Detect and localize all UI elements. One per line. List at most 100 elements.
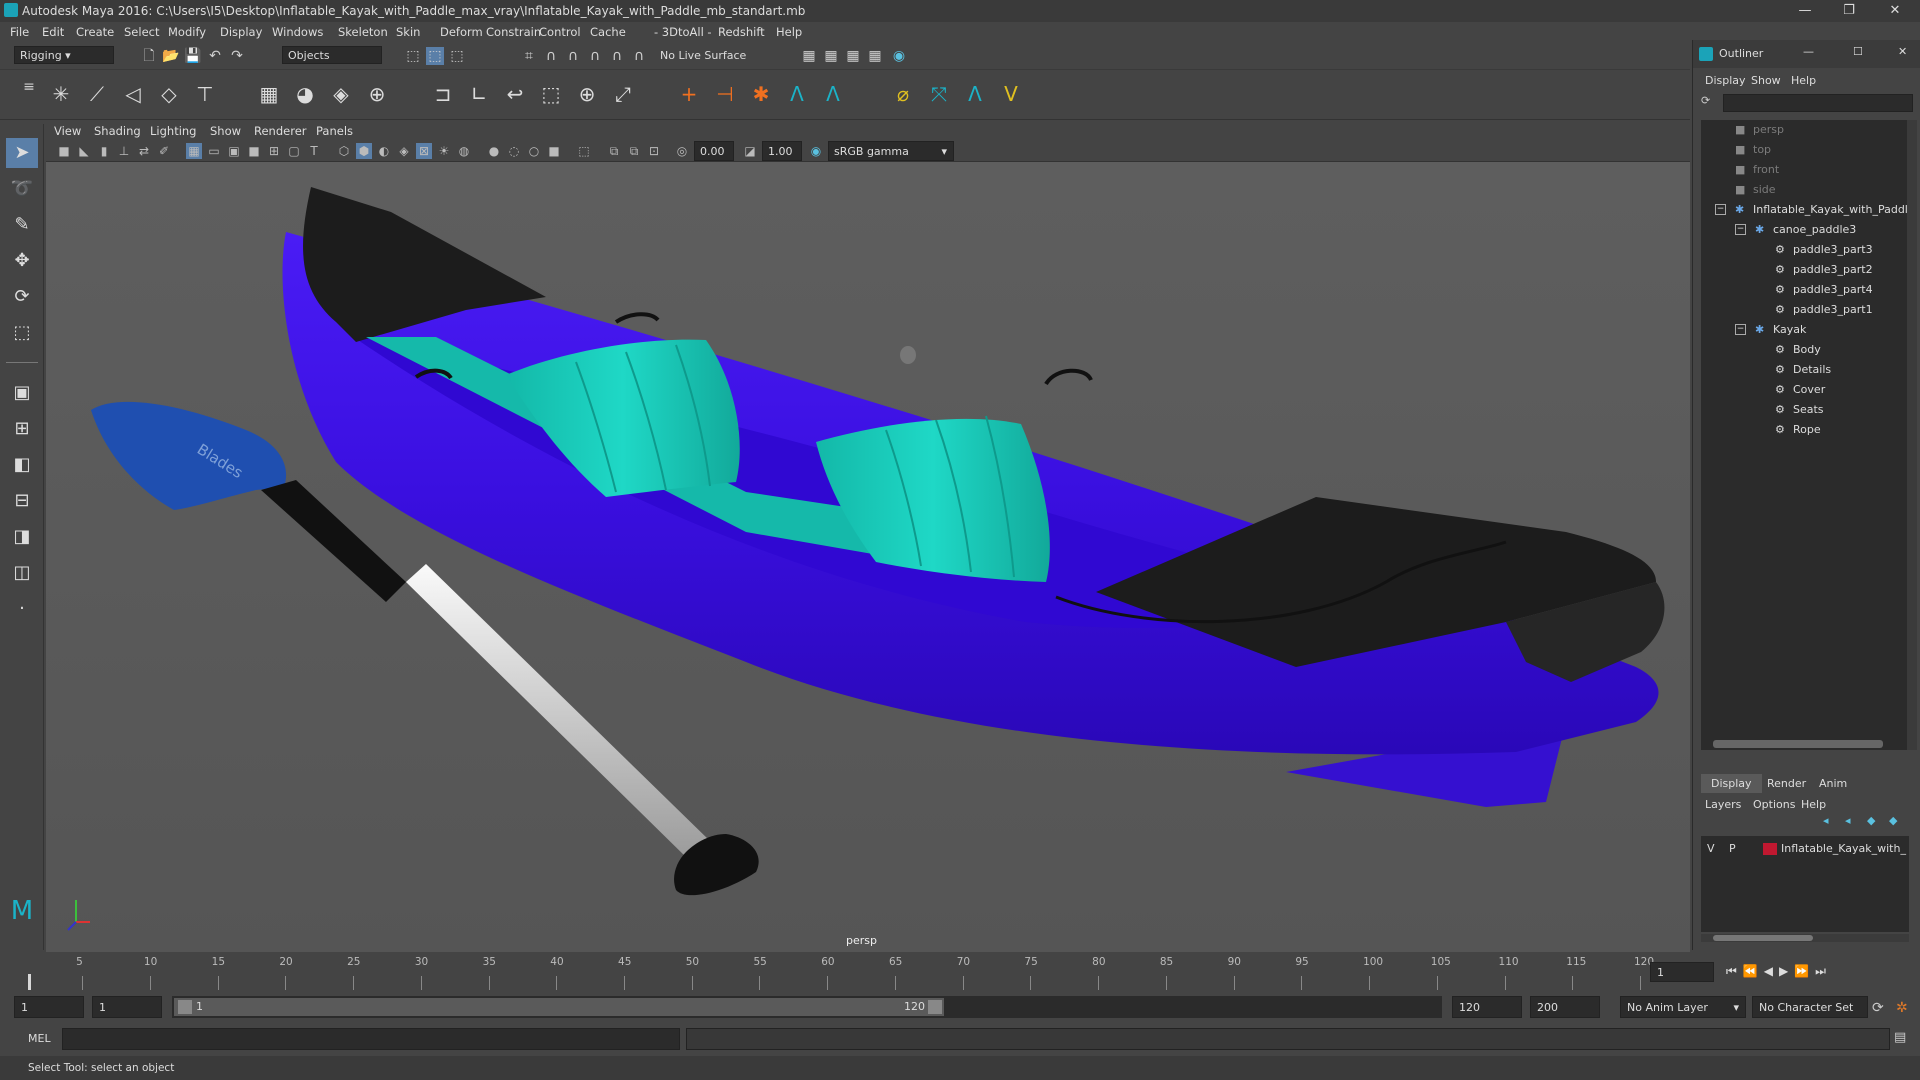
redo-icon[interactable]: ↷	[228, 47, 246, 65]
outliner-item[interactable]: ⚙ paddle3_part4	[1701, 280, 1907, 300]
panel-menu-lighting[interactable]: Lighting	[150, 124, 196, 138]
snap-surface-icon[interactable]: ∩	[608, 47, 626, 65]
outliner-hscrollbar[interactable]	[1713, 740, 1883, 748]
layer-row[interactable]: V P Inflatable_Kayak_with_	[1701, 840, 1909, 858]
range-track[interactable]: 1 120	[172, 996, 1442, 1018]
menu-modify[interactable]: Modify	[168, 25, 206, 39]
panel-menu-show[interactable]: Show	[210, 124, 241, 138]
layer-tab-anim[interactable]: Anim	[1809, 774, 1857, 793]
layer-menu-layers[interactable]: Layers	[1705, 798, 1741, 811]
layer-playback-toggle[interactable]: P	[1729, 840, 1736, 858]
field-chart-icon[interactable]: ⊞	[266, 143, 282, 159]
kayak-valve[interactable]	[900, 346, 916, 364]
command-language-label[interactable]: MEL	[28, 1032, 51, 1045]
current-frame-field[interactable]: 1	[1650, 962, 1714, 982]
gamma-icon[interactable]: ◪	[742, 143, 758, 159]
current-time-marker[interactable]	[28, 974, 31, 990]
outliner-menu-help[interactable]: Help	[1791, 74, 1816, 87]
menu-redshift[interactable]: Redshift	[718, 25, 765, 39]
default-material-icon[interactable]: ◐	[376, 143, 392, 159]
rotate-tool-icon[interactable]: ⟳	[6, 282, 38, 312]
bookmark-icon[interactable]: ▮	[96, 143, 112, 159]
select-tool-icon[interactable]: ➤	[6, 138, 38, 168]
outliner-item[interactable]: ✱ − canoe_paddle3	[1701, 220, 1907, 240]
undo-icon[interactable]: ↶	[206, 47, 224, 65]
menu-windows[interactable]: Windows	[272, 25, 323, 39]
animation-prefs-icon[interactable]: ✲	[1896, 1000, 1908, 1016]
kayak-handle[interactable]	[1044, 368, 1093, 386]
wireframe-on-shaded-icon[interactable]: ◈	[396, 143, 412, 159]
outliner-item[interactable]: ⚙ paddle3_part2	[1701, 260, 1907, 280]
outliner-item[interactable]: ⚙ Cover	[1701, 380, 1907, 400]
command-input[interactable]	[62, 1028, 680, 1050]
safe-action-icon[interactable]: ▢	[286, 143, 302, 159]
scene-render[interactable]: Blades	[46, 162, 1690, 952]
point-constraint-icon[interactable]: +	[676, 80, 702, 108]
selection-mode-dropdown[interactable]: Objects	[282, 46, 382, 64]
isolate-select-icon[interactable]: ⬚	[576, 143, 592, 159]
move-layer-up-icon[interactable]: ◂	[1823, 814, 1839, 830]
graph-layout-icon[interactable]: ◫	[6, 558, 38, 588]
parent-constraint-icon[interactable]: ✱	[748, 80, 774, 108]
locator-icon[interactable]: ◇	[156, 80, 182, 108]
panel-menu-panels[interactable]: Panels	[316, 124, 353, 138]
layer-tab-display[interactable]: Display	[1701, 774, 1762, 793]
gamma-field[interactable]: 1.00	[762, 141, 802, 161]
animation-start-field[interactable]: 1	[14, 996, 84, 1018]
time-slider[interactable]: 5 10 15 20 25 30 35 40 45 50 55 60 65 70 75 80 85 90 95 100…	[0, 952, 1920, 992]
menu-help[interactable]: Help	[776, 25, 802, 39]
exposure-field[interactable]: 0.00	[694, 141, 734, 161]
ik-handle-icon[interactable]: ⟋	[84, 80, 110, 108]
layer-menu-help[interactable]: Help	[1801, 798, 1826, 811]
animation-end-field[interactable]: 200	[1530, 996, 1600, 1018]
menu-create[interactable]: Create	[76, 25, 114, 39]
outliner-item[interactable]: ■ persp	[1701, 120, 1907, 140]
menu-control[interactable]: Control	[539, 25, 581, 39]
four-pane-layout-icon[interactable]: ⊞	[6, 414, 38, 444]
outliner-item[interactable]: ✱ − Kayak	[1701, 320, 1907, 340]
outliner-item[interactable]: ⚙ Seats	[1701, 400, 1907, 420]
shadows-icon[interactable]: ◍	[456, 143, 472, 159]
outliner-item[interactable]: ■ top	[1701, 140, 1907, 160]
ik-spline-icon[interactable]: ◁	[120, 80, 146, 108]
use-all-lights-icon[interactable]: ☀	[436, 143, 452, 159]
range-handle[interactable]: 1 120	[174, 998, 944, 1016]
blend-shape-icon[interactable]: ⌀	[890, 80, 916, 108]
character-set-dropdown[interactable]: No Character Set	[1752, 996, 1868, 1018]
motion-blur-icon[interactable]: ◌	[506, 143, 522, 159]
layer-visibility-toggle[interactable]: V	[1707, 840, 1715, 858]
collapse-icon[interactable]: −	[1735, 224, 1746, 235]
live-surface-label[interactable]: No Live Surface	[660, 49, 746, 62]
outliner-item[interactable]: ⚙ paddle3_part1	[1701, 300, 1907, 320]
color-space-dropdown[interactable]: sRGB gamma ▾	[828, 141, 954, 161]
grid-toggle-icon[interactable]: ▦	[186, 143, 202, 159]
depth-of-field-icon[interactable]: ■	[546, 143, 562, 159]
maximize-icon[interactable]: ☐	[1853, 45, 1863, 58]
menu-select[interactable]: Select	[124, 25, 159, 39]
aim-constraint-icon[interactable]: ⊣	[712, 80, 738, 108]
menu-deform[interactable]: Deform	[440, 25, 483, 39]
outliner-layout-icon[interactable]: ◨	[6, 522, 38, 552]
constraint-icon[interactable]: ⊕	[574, 80, 600, 108]
outliner-item[interactable]: ⚙ Details	[1701, 360, 1907, 380]
snap-grid-icon[interactable]: ⌗	[520, 47, 538, 65]
ipr-render-icon[interactable]: ▦	[866, 47, 884, 65]
shelf-menu-icon[interactable]: ≡	[20, 78, 38, 96]
lattice-icon[interactable]: ▦	[256, 80, 282, 108]
multisample-aa-icon[interactable]: ○	[526, 143, 542, 159]
xray-active-icon[interactable]: ⧉	[626, 143, 642, 159]
menu-skeleton[interactable]: Skeleton	[338, 25, 388, 39]
minimize-button[interactable]: —	[1790, 2, 1820, 20]
collapse-icon[interactable]: −	[1735, 324, 1746, 335]
panel-menu-view[interactable]: View	[54, 124, 81, 138]
layer-name[interactable]: Inflatable_Kayak_with_	[1781, 840, 1906, 858]
joint-tool-icon[interactable]: ✳	[48, 80, 74, 108]
outliner-item[interactable]: ⚙ paddle3_part3	[1701, 240, 1907, 260]
range-right-knob[interactable]	[928, 1000, 942, 1014]
move-tool-icon[interactable]: ✥	[6, 246, 38, 276]
camera-attrs-icon[interactable]: ◣	[76, 143, 92, 159]
paint-weights-icon[interactable]: ∟	[466, 80, 492, 108]
panel-menu-shading[interactable]: Shading	[94, 124, 141, 138]
paint-select-icon[interactable]: ✎	[6, 210, 38, 240]
layer-scroll-thumb[interactable]	[1713, 935, 1813, 941]
